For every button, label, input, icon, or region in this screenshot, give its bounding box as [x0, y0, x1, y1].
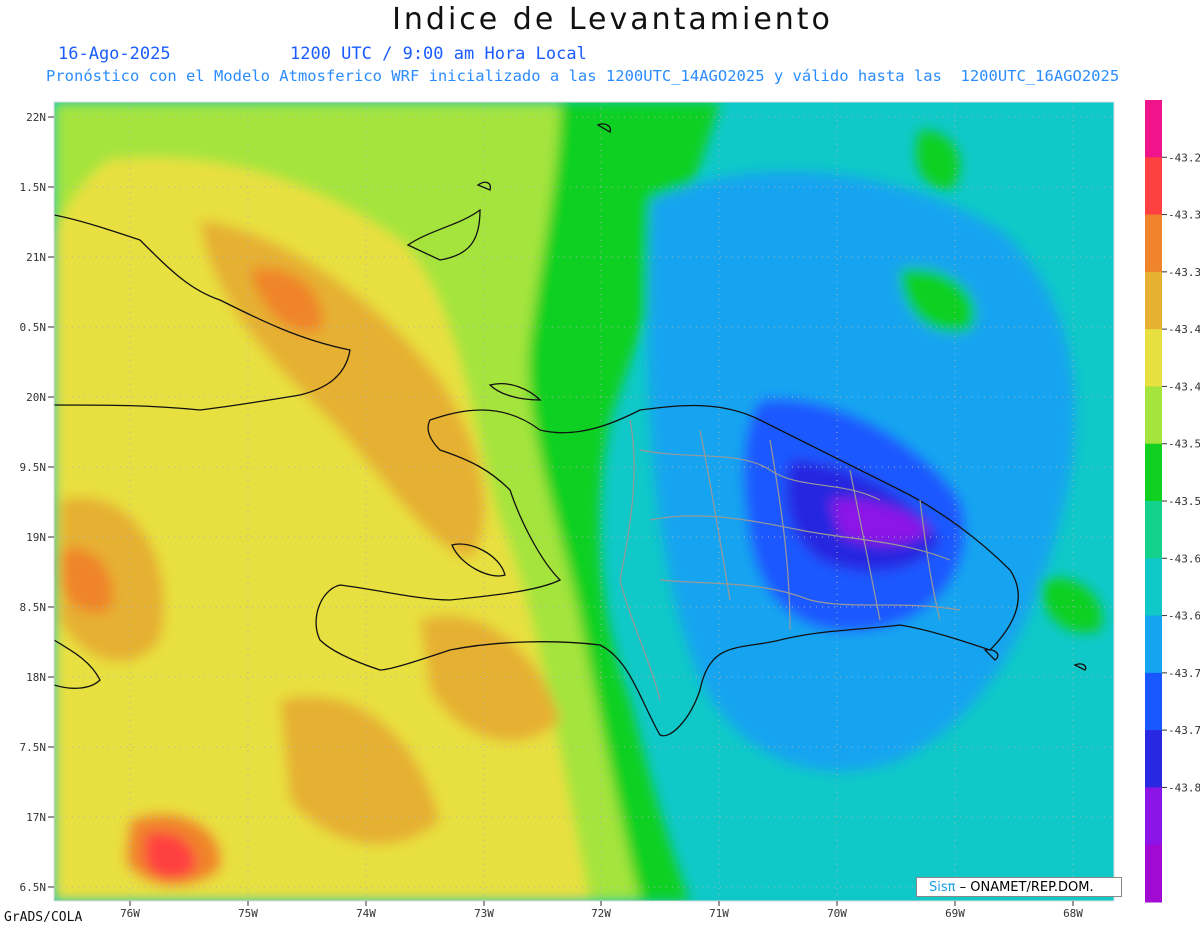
- lat-label: 0.5N: [20, 321, 47, 334]
- lon-label: 70W: [827, 907, 847, 920]
- colorbar-label: -43.4: [1168, 323, 1200, 336]
- lat-label: 17N: [26, 811, 46, 824]
- colorbar-swatch: [1145, 386, 1162, 445]
- colorbar-swatch: [1145, 443, 1162, 502]
- colorbar-label: -43.7: [1168, 724, 1200, 737]
- colorbar-swatch: [1145, 730, 1162, 788]
- colorbar-swatch: [1145, 672, 1162, 731]
- colorbar-label: -43.6: [1168, 552, 1200, 565]
- colorbar-label: -43.5: [1168, 438, 1200, 451]
- colorbar-swatch: [1145, 615, 1162, 674]
- lon-label: 74W: [356, 907, 376, 920]
- lon-label: 76W: [120, 907, 140, 920]
- colorbar-swatch: [1145, 558, 1162, 617]
- colorbar-swatch: [1145, 157, 1162, 216]
- shaded-field: [54, 102, 1114, 901]
- colorbar-label: -43.3: [1168, 266, 1200, 279]
- colorbar-swatch: [1145, 501, 1162, 559]
- colorbar-label: -43.5: [1168, 495, 1200, 508]
- colorbar-label: -43.4: [1168, 380, 1200, 393]
- lon-label: 68W: [1063, 907, 1083, 920]
- colorbar-label: -43.2: [1168, 151, 1200, 164]
- colorbar-swatch: [1145, 100, 1162, 158]
- colorbar-swatch: [1145, 214, 1162, 273]
- lon-label: 72W: [591, 907, 611, 920]
- lifted-index-map: 22N 1.5N 21N 0.5N 20N 9.5N 19N 8.5N 18N …: [20, 100, 1200, 920]
- longitude-axis: 76W 75W 74W 73W 72W 71W 70W 69W 68W: [120, 901, 1083, 920]
- lon-label: 73W: [474, 907, 494, 920]
- lat-label: 6.5N: [20, 881, 47, 894]
- onamet-logo: Sisπ – ONAMET/REP.DOM.: [916, 877, 1122, 897]
- colorbar-label: -43.3: [1168, 209, 1200, 222]
- lat-label: 1.5N: [20, 181, 47, 194]
- lat-label: 8.5N: [20, 601, 47, 614]
- grads-credit: GrADS/COLA: [4, 910, 83, 925]
- lat-label: 19N: [26, 531, 46, 544]
- logo-sis: Sisπ: [929, 880, 956, 895]
- colorbar-swatch: [1145, 329, 1162, 387]
- lon-label: 71W: [709, 907, 729, 920]
- colorbar-swatch: [1145, 271, 1162, 330]
- lat-label: 22N: [26, 111, 46, 124]
- lat-label: 21N: [26, 251, 46, 264]
- colorbar-label: -43.7: [1168, 667, 1200, 680]
- latitude-axis: 22N 1.5N 21N 0.5N 20N 9.5N 19N 8.5N 18N …: [20, 111, 54, 894]
- lat-label: 18N: [26, 671, 46, 684]
- lon-label: 75W: [238, 907, 258, 920]
- colorbar-swatch: [1145, 787, 1162, 846]
- colorbar-label: -43.6: [1168, 610, 1200, 623]
- logo-text: – ONAMET/REP.DOM.: [959, 880, 1094, 895]
- colorbar-swatch: [1145, 844, 1162, 903]
- colorbar: -43.2 -43.3 -43.3 -43.4 -43.4 -43.5 -43.5 -43.6…: [1145, 100, 1200, 903]
- lat-label: 20N: [26, 391, 46, 404]
- lat-label: 9.5N: [20, 461, 47, 474]
- lat-label: 7.5N: [20, 741, 47, 754]
- lon-label: 69W: [945, 907, 965, 920]
- colorbar-label: -43.8: [1168, 781, 1200, 794]
